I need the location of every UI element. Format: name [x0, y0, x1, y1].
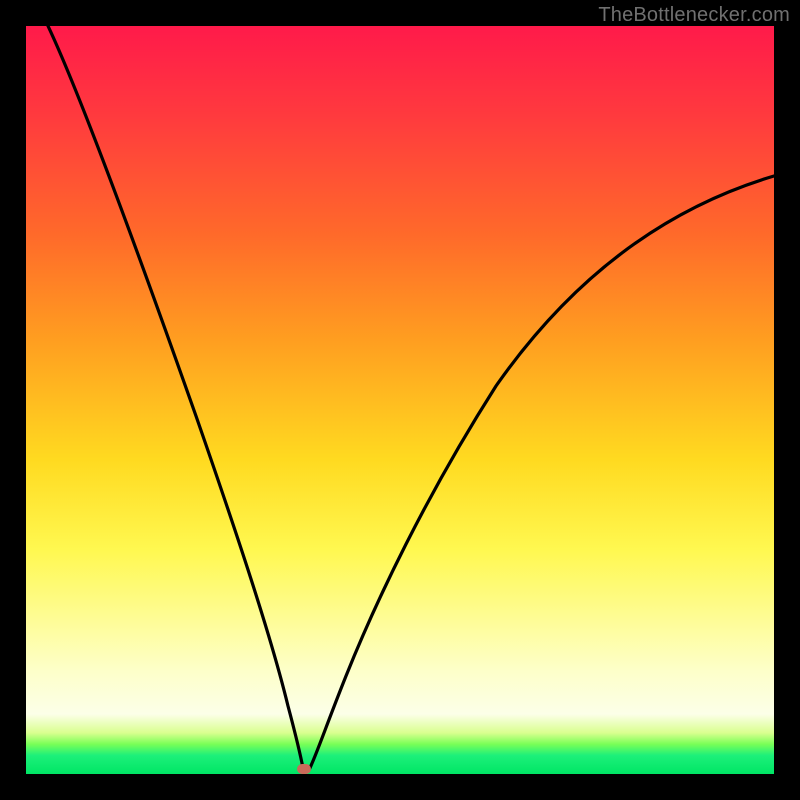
- chart-background: [26, 26, 774, 774]
- watermark: TheBottlenecker.com: [598, 4, 790, 27]
- chart-marker: [297, 764, 311, 774]
